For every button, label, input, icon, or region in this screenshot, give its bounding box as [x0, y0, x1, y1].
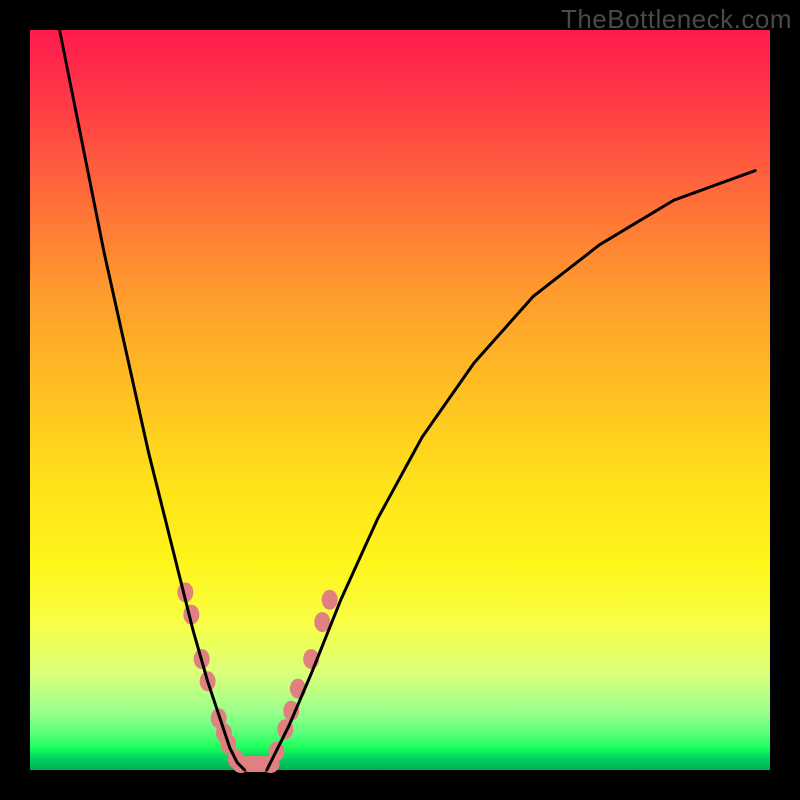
watermark-text: TheBottleneck.com — [561, 4, 792, 35]
curve-left — [60, 30, 245, 770]
marker-dot — [322, 590, 338, 610]
chart-frame: TheBottleneck.com — [0, 0, 800, 800]
marker-group-right — [268, 590, 337, 762]
chart-overlay — [30, 30, 770, 770]
plot-area — [30, 30, 770, 770]
curve-right — [267, 171, 755, 770]
